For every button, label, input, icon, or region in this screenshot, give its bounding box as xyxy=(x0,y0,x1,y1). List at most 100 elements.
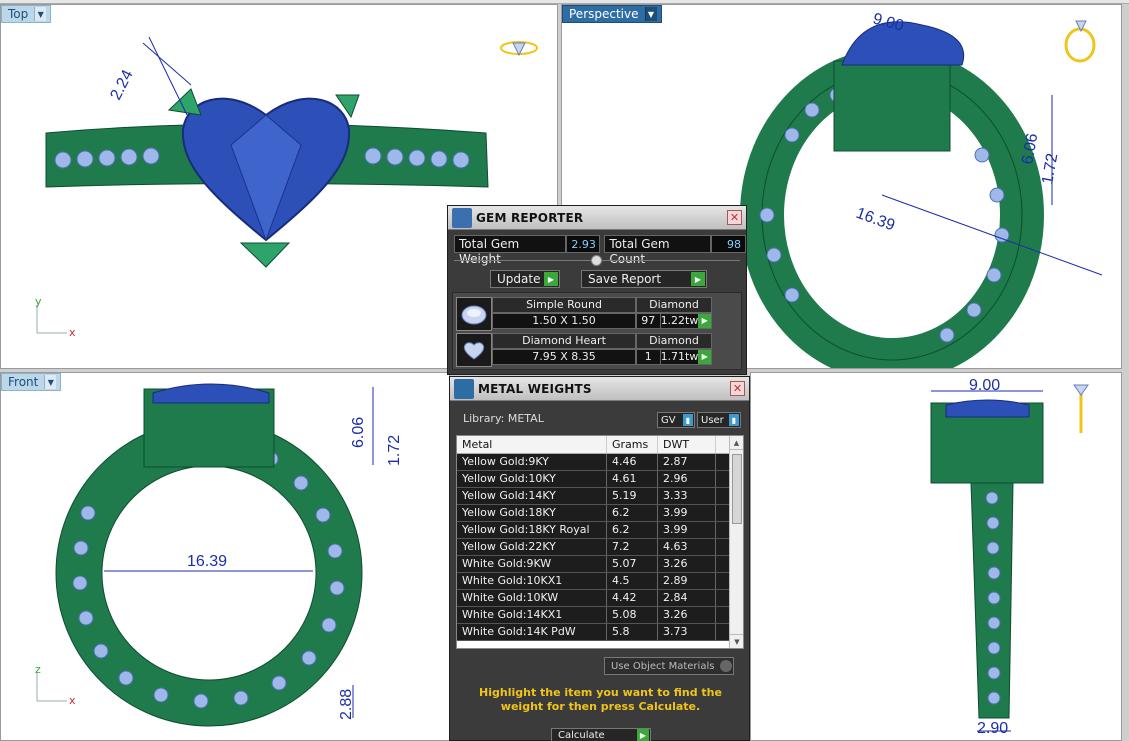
gem-material: Diamond xyxy=(636,297,712,313)
front-axis-z: z xyxy=(35,663,41,676)
close-icon[interactable]: ✕ xyxy=(727,210,742,225)
right-dim-900: 9.00 xyxy=(969,377,1000,394)
right-view-drawing: 9.00 2.90 xyxy=(930,377,1089,737)
viewport-perspective-label[interactable]: Perspective ▼ xyxy=(562,5,662,23)
table-row[interactable]: Yellow Gold:9KY 4.46 2.87 xyxy=(457,454,743,471)
table-row[interactable]: White Gold:10KW 4.42 2.84 xyxy=(457,590,743,607)
gv-toggle[interactable]: GV ▮ xyxy=(657,412,695,428)
table-row[interactable]: White Gold:10KX1 4.5 2.89 xyxy=(457,573,743,590)
cad-workspace: 2.24 x y Top ▼ 16.39 6.06 1.72 9.00 Pers… xyxy=(0,0,1129,741)
top-dim-1: 2.24 xyxy=(107,67,136,103)
table-cell: 3.99 xyxy=(658,522,716,538)
table-cell: Yellow Gold:10KY xyxy=(457,471,607,487)
heart-gem-icon xyxy=(456,333,492,367)
gem-reporter-icon xyxy=(452,207,472,228)
viewport-right[interactable]: 9.00 2.90 xyxy=(750,372,1122,741)
front-dim-606: 6.06 xyxy=(350,417,367,448)
table-row[interactable]: White Gold:9KW 5.07 3.26 xyxy=(457,556,743,573)
metal-weights-title: METAL WEIGHTS xyxy=(478,381,592,396)
table-cell: Yellow Gold:18KY xyxy=(457,505,607,521)
table-row[interactable]: Yellow Gold:22KY 7.2 4.63 xyxy=(457,539,743,556)
persp-dim-16: 16.39 xyxy=(854,205,898,235)
gem-row[interactable]: Diamond Heart Diamond 7.95 X 8.35 1 1.71… xyxy=(456,333,712,367)
table-cell: 3.33 xyxy=(658,488,716,504)
use-object-materials-toggle[interactable]: Use Object Materials xyxy=(604,657,734,675)
toggle-icon: ▮ xyxy=(729,414,739,426)
play-icon: ▶ xyxy=(637,729,649,741)
table-body: Yellow Gold:9KY 4.46 2.87 Yellow Gold:10KY 4… xyxy=(457,454,743,641)
table-cell: 3.26 xyxy=(658,556,716,572)
table-cell: Yellow Gold:18KY Royal xyxy=(457,522,607,538)
table-cell: 6.2 xyxy=(607,522,658,538)
play-icon[interactable]: ▶ xyxy=(698,350,711,364)
front-dim-172: 1.72 xyxy=(386,435,403,466)
gem-size: 7.95 X 8.35 xyxy=(492,349,636,365)
calculate-button[interactable]: Calculate ▶ xyxy=(551,728,651,741)
table-cell: Yellow Gold:9KY xyxy=(457,454,607,470)
gem-reporter-titlebar[interactable]: GEM REPORTER ✕ xyxy=(448,206,746,230)
table-scrollbar[interactable]: ▲ ▼ xyxy=(729,436,743,648)
table-row[interactable]: White Gold:14K PdW 5.8 3.73 xyxy=(457,624,743,641)
table-cell: White Gold:14K PdW xyxy=(457,624,607,640)
metal-weights-titlebar[interactable]: METAL WEIGHTS ✕ xyxy=(450,377,749,401)
play-icon[interactable]: ▶ xyxy=(698,314,711,328)
front-dim-288: 2.88 xyxy=(338,689,355,720)
scroll-down-icon[interactable]: ▼ xyxy=(730,634,743,648)
library-label: Library: METAL xyxy=(463,412,544,425)
ring-icon xyxy=(1073,384,1089,433)
gem-reporter-panel: GEM REPORTER ✕ Total Gem Weight 2.93 Tot… xyxy=(447,205,747,375)
scroll-thumb[interactable] xyxy=(732,454,742,524)
toggle-icon: ▮ xyxy=(683,414,693,426)
metal-weights-table[interactable]: Metal Grams DWT Yellow Gold:9KY 4.46 2.87 Y… xyxy=(456,435,744,649)
table-row[interactable]: Yellow Gold:10KY 4.61 2.96 xyxy=(457,471,743,488)
table-row[interactable]: Yellow Gold:14KY 5.19 3.33 xyxy=(457,488,743,505)
table-cell: 6.2 xyxy=(607,505,658,521)
table-row[interactable]: White Gold:14KX1 5.08 3.26 xyxy=(457,607,743,624)
viewport-front-label[interactable]: Front ▼ xyxy=(1,373,62,391)
gem-material: Diamond xyxy=(636,333,712,349)
table-row[interactable]: Yellow Gold:18KY 6.2 3.99 xyxy=(457,505,743,522)
update-button[interactable]: Update ▶ xyxy=(490,270,560,288)
save-report-button[interactable]: Save Report ▶ xyxy=(581,270,707,288)
chevron-down-icon[interactable]: ▼ xyxy=(34,7,47,21)
ring-icon xyxy=(1064,20,1096,63)
table-cell: 4.63 xyxy=(658,539,716,555)
table-cell: 2.87 xyxy=(658,454,716,470)
user-toggle[interactable]: User ▮ xyxy=(697,412,741,428)
gem-count-weight: 97 1.22tw ▶ xyxy=(636,313,712,329)
chevron-down-icon[interactable]: ▼ xyxy=(644,7,657,21)
table-cell: 5.8 xyxy=(607,624,658,640)
top-axis-y: y xyxy=(35,295,42,308)
table-row[interactable]: Yellow Gold:18KY Royal 6.2 3.99 xyxy=(457,522,743,539)
play-icon: ▶ xyxy=(691,272,705,286)
top-axis-x: x xyxy=(69,326,76,339)
table-cell: 4.5 xyxy=(607,573,658,589)
table-cell: Yellow Gold:14KY xyxy=(457,488,607,504)
round-gem-icon xyxy=(456,297,492,331)
scale-icon xyxy=(454,378,474,399)
viewport-front[interactable]: 16.39 6.06 1.72 2.88 x z Front ▼ xyxy=(0,372,450,741)
collapse-handle[interactable] xyxy=(591,255,602,266)
table-cell: White Gold:14KX1 xyxy=(457,607,607,623)
front-dim-1639: 16.39 xyxy=(187,553,227,570)
table-cell: 3.26 xyxy=(658,607,716,623)
gem-shape: Diamond Heart xyxy=(492,333,636,349)
metal-weights-panel: METAL WEIGHTS ✕ Library: METAL GV ▮ User… xyxy=(449,376,750,741)
right-dim-290: 2.90 xyxy=(977,720,1008,737)
total-weight-value: 2.93 xyxy=(566,235,601,253)
gem-size: 1.50 X 1.50 xyxy=(492,313,636,329)
total-count-value: 98 xyxy=(710,235,746,253)
table-cell: White Gold:10KW xyxy=(457,590,607,606)
chevron-down-icon[interactable]: ▼ xyxy=(44,375,57,389)
scroll-up-icon[interactable]: ▲ xyxy=(730,436,743,450)
viewport-top-label[interactable]: Top ▼ xyxy=(1,5,52,23)
table-cell: Yellow Gold:22KY xyxy=(457,539,607,555)
table-cell: 2.89 xyxy=(658,573,716,589)
gem-row[interactable]: Simple Round Diamond 1.50 X 1.50 97 1.22… xyxy=(456,297,712,331)
close-icon[interactable]: ✕ xyxy=(730,381,745,396)
table-header: Metal Grams DWT xyxy=(457,436,743,454)
table-cell: 7.2 xyxy=(607,539,658,555)
gem-totals: Total Gem Weight 2.93 Total Gem Count 98 xyxy=(454,235,746,266)
gem-shape: Simple Round xyxy=(492,297,636,313)
calculate-hint: Highlight the item you want to find the … xyxy=(479,686,722,713)
